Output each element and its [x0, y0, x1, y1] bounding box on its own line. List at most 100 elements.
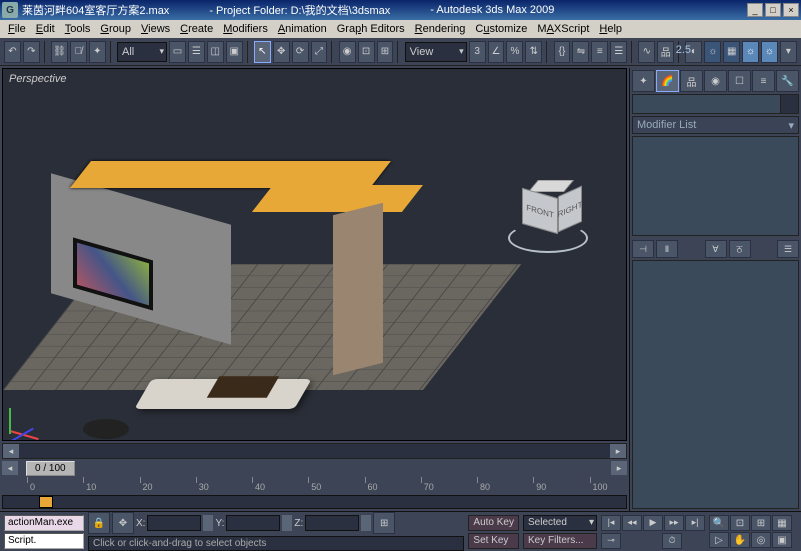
tab-create[interactable]: ✦: [632, 70, 655, 92]
angle-snap-button[interactable]: ∠: [488, 41, 505, 63]
absolute-transform-button[interactable]: ✥: [112, 512, 134, 534]
menu-rendering[interactable]: Rendering: [411, 22, 470, 36]
snap-3d-button[interactable]: 3: [469, 41, 486, 63]
tab-more[interactable]: 🔧: [776, 70, 799, 92]
track-bar-marker[interactable]: [39, 496, 53, 508]
unlink-button[interactable]: ⛓̸: [70, 41, 87, 63]
menu-graph-editors[interactable]: Graph Editors: [333, 22, 409, 36]
viewport-perspective[interactable]: Perspective FRONT RIGHT: [2, 68, 627, 441]
ref-coord-dropdown[interactable]: View: [405, 42, 467, 62]
auto-key-button[interactable]: Auto Key: [468, 515, 519, 531]
tab-display[interactable]: ☐: [728, 70, 751, 92]
render-button[interactable]: ☼: [761, 41, 778, 63]
time-slider-right[interactable]: ▸: [611, 461, 627, 475]
viewcube[interactable]: FRONT RIGHT: [516, 179, 576, 239]
y-spinner[interactable]: [282, 515, 292, 531]
menu-file[interactable]: File: [4, 22, 30, 36]
snap-toggle-button[interactable]: ◉: [339, 41, 356, 63]
schematic-view-button[interactable]: 品: [657, 41, 674, 63]
link-button[interactable]: ⛓: [51, 41, 68, 63]
time-slider[interactable]: ◂ 0 / 100 ▸: [2, 459, 627, 477]
named-selection-button[interactable]: {}: [554, 41, 571, 63]
grid-button[interactable]: ⊞: [373, 512, 395, 534]
lock-selection-button[interactable]: 🔒: [88, 512, 110, 534]
remove-modifier-button[interactable]: ਠ: [729, 240, 751, 258]
rotate-button[interactable]: ⟳: [292, 41, 309, 63]
minimize-button[interactable]: _: [747, 3, 763, 17]
manipulate-button[interactable]: ⊞: [377, 41, 394, 63]
menu-views[interactable]: Views: [137, 22, 174, 36]
spinner-snap-button[interactable]: ⇅: [525, 41, 542, 63]
scroll-left-button[interactable]: ◂: [3, 444, 19, 458]
scroll-right-button[interactable]: ▸: [610, 444, 626, 458]
time-config-button[interactable]: ⏱: [662, 533, 682, 549]
selection-region-button[interactable]: ◫: [207, 41, 224, 63]
make-unique-button[interactable]: ∀: [705, 240, 727, 258]
menu-animation[interactable]: Animation: [274, 22, 331, 36]
window-crossing-button[interactable]: ▣: [226, 41, 243, 63]
curve-editor-button[interactable]: ∿: [638, 41, 655, 63]
tab-hierarchy[interactable]: 品: [680, 70, 703, 92]
z-field[interactable]: [305, 515, 359, 531]
scale-button[interactable]: ⤢: [311, 41, 328, 63]
maximize-viewport-button[interactable]: ▣: [772, 532, 792, 548]
viewport-scrollbar[interactable]: ◂ ▸: [2, 443, 627, 459]
tab-motion[interactable]: ◉: [704, 70, 727, 92]
quick-render-button[interactable]: ☼: [742, 41, 759, 63]
play-button[interactable]: ▶: [643, 515, 663, 531]
layers-button[interactable]: ☰: [610, 41, 627, 63]
menu-maxscript[interactable]: MAXScript: [533, 22, 593, 36]
align-button[interactable]: ≡: [591, 41, 608, 63]
maxscript-listener-input[interactable]: Script.: [4, 533, 84, 549]
track-bar[interactable]: [2, 495, 627, 509]
prev-frame-button[interactable]: ◂◂: [622, 515, 642, 531]
render-preset-button[interactable]: ▾: [780, 41, 797, 63]
select-object-button[interactable]: ▭: [169, 41, 186, 63]
selection-center-button[interactable]: ⊡: [358, 41, 375, 63]
viewcube-right[interactable]: RIGHT: [558, 186, 582, 233]
zoom-all-button[interactable]: ⊡: [730, 515, 750, 531]
menu-tools[interactable]: Tools: [61, 22, 95, 36]
pin-stack-button[interactable]: ⊣: [632, 240, 654, 258]
redo-button[interactable]: ↷: [23, 41, 40, 63]
x-spinner[interactable]: [203, 515, 213, 531]
mirror-button[interactable]: ⇋: [572, 41, 589, 63]
tab-modify[interactable]: 🌈: [656, 70, 679, 92]
move-button[interactable]: ✥: [273, 41, 290, 63]
zoom-button[interactable]: 🔍: [709, 515, 729, 531]
key-filters-button[interactable]: Key Filters...: [523, 533, 597, 549]
menu-help[interactable]: Help: [595, 22, 626, 36]
menu-edit[interactable]: Edit: [32, 22, 59, 36]
current-frame-field[interactable]: [622, 533, 660, 549]
modifier-list-dropdown[interactable]: Modifier List: [632, 116, 799, 134]
next-frame-button[interactable]: ▸▸: [664, 515, 684, 531]
goto-start-button[interactable]: |◂: [601, 515, 621, 531]
rendered-frame-button[interactable]: ▦: [723, 41, 740, 63]
zoom-extents-button[interactable]: ⊞: [751, 515, 771, 531]
fov-button[interactable]: ▷: [709, 532, 729, 548]
menu-create[interactable]: Create: [176, 22, 217, 36]
select-move-button[interactable]: ↖: [254, 41, 271, 63]
bind-spacewarp-button[interactable]: ✦: [89, 41, 106, 63]
configure-sets-button[interactable]: ☰: [777, 240, 799, 258]
time-slider-left[interactable]: ◂: [2, 461, 18, 475]
zoom-extents-all-button[interactable]: ▦: [772, 515, 792, 531]
pan-button[interactable]: ✋: [730, 532, 750, 548]
menu-customize[interactable]: Customize: [471, 22, 531, 36]
modifier-stack[interactable]: [632, 136, 799, 236]
maxscript-listener-output[interactable]: actionMan.exe: [4, 515, 84, 531]
object-color-swatch[interactable]: [780, 95, 798, 113]
goto-end-button[interactable]: ▸|: [685, 515, 705, 531]
z-spinner[interactable]: [361, 515, 371, 531]
key-mode-toggle[interactable]: ⊸: [601, 533, 621, 549]
selection-filter-dropdown[interactable]: All: [117, 42, 167, 62]
orbit-button[interactable]: ◎: [751, 532, 771, 548]
key-mode-dropdown[interactable]: Selected: [523, 515, 597, 531]
viewcube-top[interactable]: [528, 180, 574, 192]
set-key-button[interactable]: Set Key: [468, 533, 519, 549]
restore-button[interactable]: □: [765, 3, 781, 17]
rollout-area[interactable]: [632, 260, 799, 509]
percent-snap-button[interactable]: %: [506, 41, 523, 63]
y-field[interactable]: [226, 515, 280, 531]
time-slider-knob[interactable]: 0 / 100: [26, 461, 75, 476]
